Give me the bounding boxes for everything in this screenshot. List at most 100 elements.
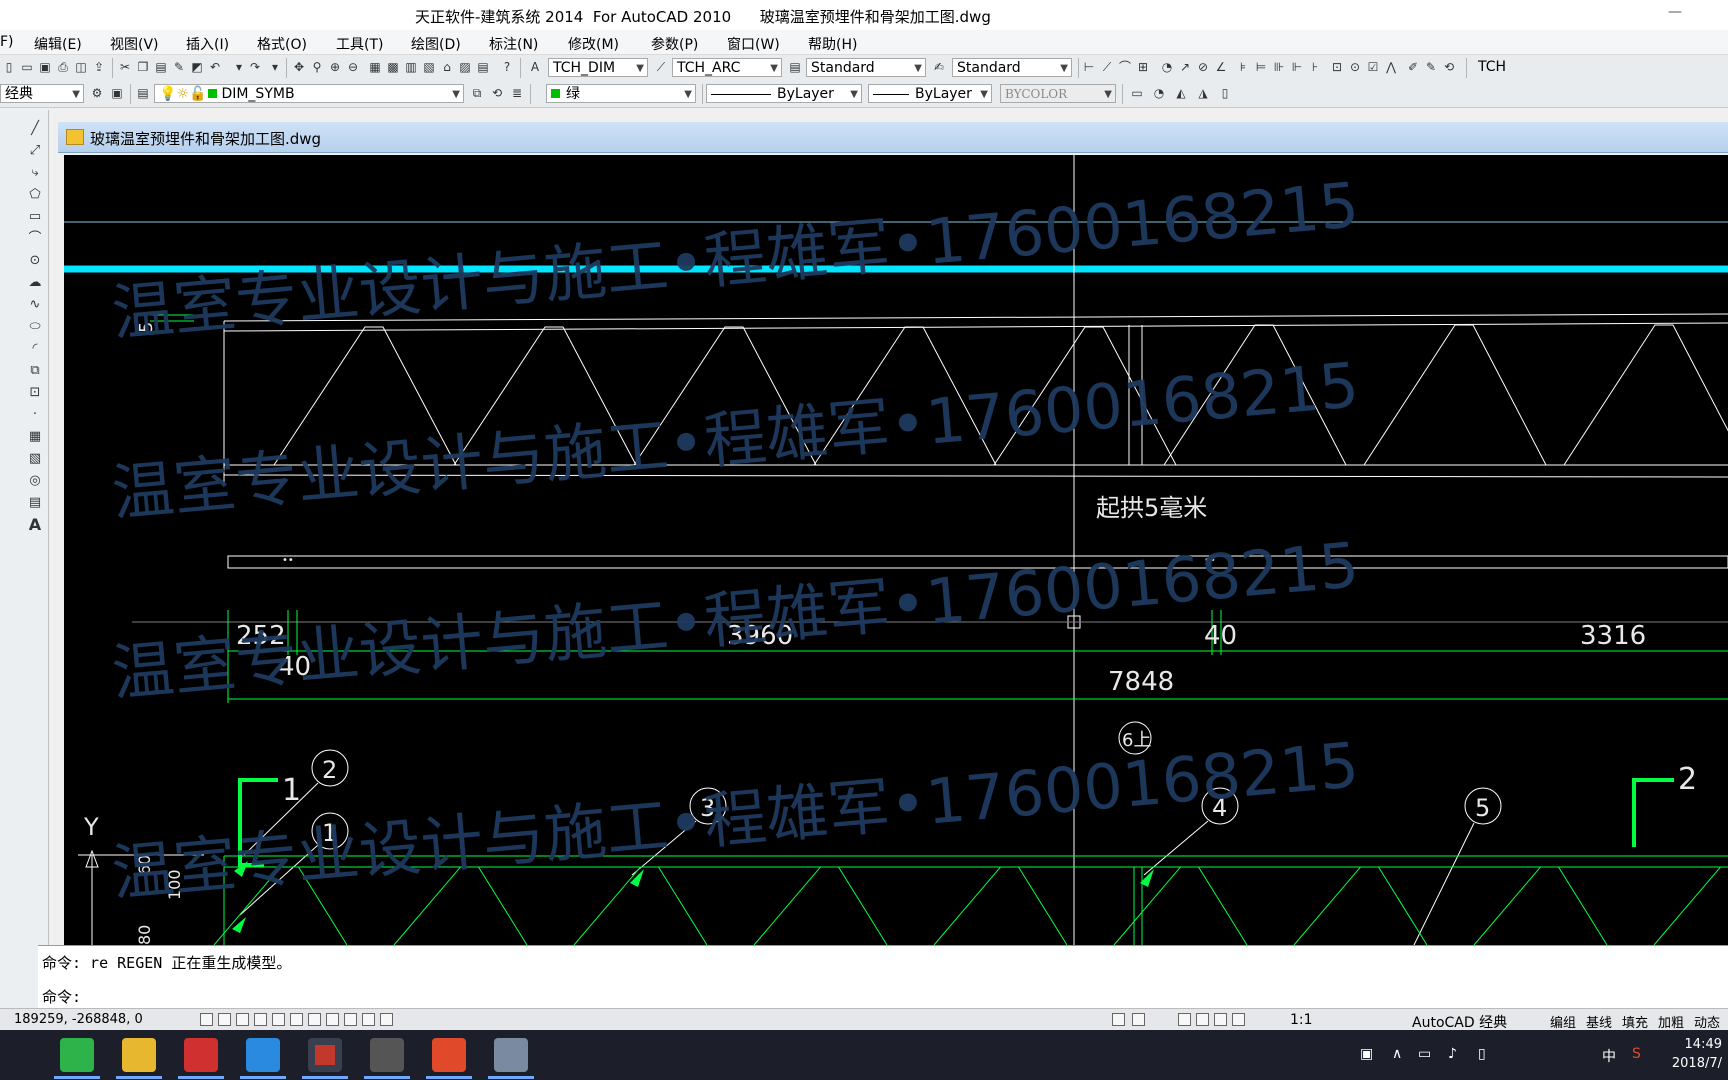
status-btn-bold[interactable]: 加粗 bbox=[1658, 1012, 1684, 1031]
steering-icon[interactable] bbox=[1214, 1013, 1227, 1026]
polyline-icon[interactable]: ⤷ bbox=[26, 164, 44, 182]
zoom-previous-icon[interactable]: ⊖ bbox=[346, 60, 360, 74]
volume-icon[interactable]: ♪ bbox=[1448, 1046, 1457, 1062]
lineweight-select[interactable]: ByLayer ▼ bbox=[868, 84, 992, 103]
model-space-canvas[interactable]: 5 起拱5毫米 •• •• 252 3960 40 40 3316 7848 6… bbox=[64, 155, 1728, 945]
undo-icon[interactable]: ↶ bbox=[208, 60, 222, 74]
publish-icon[interactable]: ⇪ bbox=[92, 60, 106, 74]
sogou-icon[interactable]: S bbox=[1632, 1046, 1641, 1062]
minimize-button[interactable]: — bbox=[1668, 4, 1682, 20]
clock[interactable]: 14:49 2018/7/ bbox=[1672, 1035, 1722, 1073]
construction-line-icon[interactable]: ⤢ bbox=[26, 142, 44, 160]
quick-dim-icon[interactable]: ⊧ bbox=[1236, 60, 1250, 74]
dim-baseline-icon[interactable]: ⊨ bbox=[1254, 60, 1268, 74]
menu-file[interactable]: F) bbox=[0, 34, 14, 50]
line-icon[interactable]: ╱ bbox=[26, 120, 44, 138]
color-select[interactable]: 绿 ▼ bbox=[546, 84, 696, 103]
menu-modify[interactable]: 修改(M) bbox=[568, 34, 619, 54]
insert-block-icon[interactable]: ⧉ bbox=[26, 362, 44, 380]
autocad-icon[interactable] bbox=[308, 1038, 342, 1072]
menu-parametric[interactable]: 参数(P) bbox=[651, 34, 698, 54]
menu-help[interactable]: 帮助(H) bbox=[808, 34, 857, 54]
command-window[interactable]: 命令: re REGEN 正在重生成模型。 命令: bbox=[38, 945, 1728, 1009]
dim-text-edit-icon[interactable]: ✎ bbox=[1424, 60, 1438, 74]
hatch-icon[interactable]: ▦ bbox=[26, 428, 44, 446]
open-icon[interactable]: ▭ bbox=[20, 60, 34, 74]
match-prop-icon[interactable]: ✎ bbox=[172, 60, 186, 74]
menu-draw[interactable]: 绘图(D) bbox=[411, 34, 461, 54]
make-current-layer-icon[interactable]: ⧉ bbox=[470, 86, 484, 100]
dim-update-icon[interactable]: ⟲ bbox=[1442, 60, 1456, 74]
pan-icon[interactable]: ✥ bbox=[292, 60, 306, 74]
status-btn-baseline[interactable]: 基线 bbox=[1586, 1012, 1612, 1031]
design-center-icon[interactable]: ▩ bbox=[386, 60, 400, 74]
zoom-realtime-icon[interactable]: ⚲ bbox=[310, 60, 324, 74]
dim-edit-icon[interactable]: ✐ bbox=[1406, 60, 1420, 74]
undo-dropdown-icon[interactable]: ▾ bbox=[232, 60, 246, 74]
workspace-settings-icon[interactable]: ⚙ bbox=[90, 86, 104, 100]
pan-status-icon[interactable] bbox=[1178, 1013, 1191, 1026]
menu-window[interactable]: 窗口(W) bbox=[727, 34, 780, 54]
dimstyle-select[interactable]: TCH_DIM ▼ bbox=[548, 58, 648, 77]
menu-tools[interactable]: 工具(T) bbox=[336, 34, 383, 54]
tch-tool2-icon[interactable]: ◔ bbox=[1152, 86, 1166, 100]
sheet-set-icon[interactable]: ▧ bbox=[422, 60, 436, 74]
dim-arc-icon[interactable]: ⌒ bbox=[1118, 60, 1132, 74]
media-player-icon[interactable] bbox=[184, 1038, 218, 1072]
menu-edit[interactable]: 编辑(E) bbox=[34, 34, 82, 54]
polar-toggle-icon[interactable] bbox=[254, 1013, 267, 1026]
copy-icon[interactable]: ❐ bbox=[136, 60, 150, 74]
drawing-tab[interactable]: 玻璃温室预埋件和骨架加工图.dwg bbox=[58, 122, 1728, 153]
showmotion-icon[interactable] bbox=[1232, 1013, 1245, 1026]
zoom-window-icon[interactable]: ⊕ bbox=[328, 60, 342, 74]
dim-radius-icon[interactable]: ◔ bbox=[1160, 60, 1174, 74]
sc-toggle-icon[interactable] bbox=[380, 1013, 393, 1026]
menu-insert[interactable]: 插入(I) bbox=[186, 34, 229, 54]
point-icon[interactable]: · bbox=[26, 406, 44, 424]
model-icon[interactable] bbox=[1112, 1013, 1125, 1026]
quickcalc-icon[interactable]: ▨ bbox=[458, 60, 472, 74]
lwt-toggle-icon[interactable] bbox=[344, 1013, 357, 1026]
dim-style-icon[interactable]: ⟋ bbox=[654, 60, 668, 74]
ime-indicator[interactable]: 中 bbox=[1602, 1046, 1616, 1066]
show-hidden-icon[interactable]: ∧ bbox=[1392, 1046, 1402, 1062]
print-icon[interactable]: ⎙ bbox=[56, 60, 70, 74]
grid-toggle-icon[interactable] bbox=[218, 1013, 231, 1026]
tolerance-icon[interactable]: ⊡ bbox=[1330, 60, 1344, 74]
layer-properties-icon[interactable]: ▤ bbox=[136, 86, 150, 100]
redo-dropdown-icon[interactable]: ▾ bbox=[268, 60, 282, 74]
dim-aligned-icon[interactable]: ⟋ bbox=[1100, 60, 1114, 74]
layer-manager-icon[interactable]: ▣ bbox=[110, 86, 124, 100]
dim-break-icon[interactable]: ⊦ bbox=[1308, 60, 1322, 74]
wechat-icon[interactable] bbox=[60, 1038, 94, 1072]
spline-icon[interactable]: ∿ bbox=[26, 296, 44, 314]
polygon-icon[interactable]: ⬠ bbox=[26, 186, 44, 204]
annotation-scale[interactable]: 1:1 bbox=[1290, 1012, 1313, 1028]
menu-view[interactable]: 视图(V) bbox=[110, 34, 159, 54]
rectangle-icon[interactable]: ▭ bbox=[26, 208, 44, 226]
inspect-icon[interactable]: ☑ bbox=[1366, 60, 1380, 74]
qp-toggle-icon[interactable] bbox=[362, 1013, 375, 1026]
dim-ordinate-icon[interactable]: ⊞ bbox=[1136, 60, 1150, 74]
save-icon[interactable]: ▣ bbox=[38, 60, 52, 74]
status-btn-fill[interactable]: 填充 bbox=[1622, 1012, 1648, 1031]
writer-icon[interactable] bbox=[246, 1038, 280, 1072]
new-icon[interactable]: ▯ bbox=[2, 60, 16, 74]
status-btn-group[interactable]: 编组 bbox=[1550, 1012, 1576, 1031]
layer-select[interactable]: 💡☼🔓 DIM_SYMB ▼ bbox=[154, 84, 464, 103]
preview-icon[interactable]: ◫ bbox=[74, 60, 88, 74]
arc-icon[interactable]: ⌒ bbox=[26, 230, 44, 248]
layout-icon[interactable] bbox=[1132, 1013, 1145, 1026]
zoom-status-icon[interactable] bbox=[1196, 1013, 1209, 1026]
block-editor-icon[interactable]: ◩ bbox=[190, 60, 204, 74]
make-block-icon[interactable]: ⊡ bbox=[26, 384, 44, 402]
tch-tool4-icon[interactable]: ◮ bbox=[1196, 86, 1210, 100]
dim-space-icon[interactable]: ⊩ bbox=[1290, 60, 1304, 74]
center-mark-icon[interactable]: ⊙ bbox=[1348, 60, 1362, 74]
ducs-toggle-icon[interactable] bbox=[308, 1013, 321, 1026]
dim-continue-icon[interactable]: ⊪ bbox=[1272, 60, 1286, 74]
tch-tool3-icon[interactable]: ◭ bbox=[1174, 86, 1188, 100]
text-style-icon[interactable]: A bbox=[528, 60, 542, 74]
ellipse-arc-icon[interactable]: ◜ bbox=[26, 340, 44, 358]
linetype-select[interactable]: ByLayer ▼ bbox=[706, 84, 862, 103]
